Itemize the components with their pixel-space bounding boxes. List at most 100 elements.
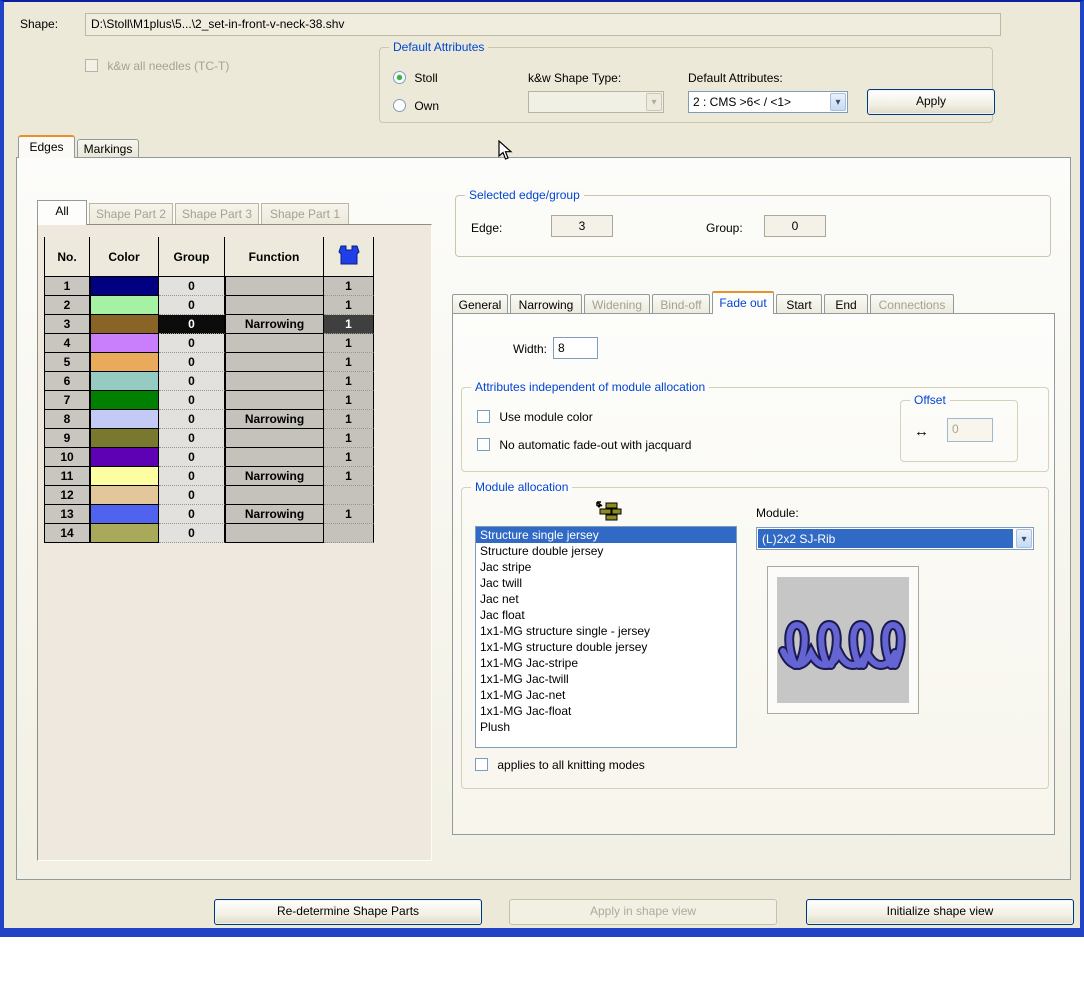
edge-flag-cell[interactable]: 1: [324, 296, 374, 315]
no-auto-fadeout-row[interactable]: No automatic fade-out with jacquard: [477, 438, 691, 452]
edge-flag-cell[interactable]: 1: [324, 448, 374, 467]
edge-group-cell[interactable]: 0: [159, 315, 225, 334]
edge-table-row-13[interactable]: 130Narrowing1: [44, 505, 374, 524]
radio-stoll-control[interactable]: [393, 71, 406, 84]
edge-color-cell[interactable]: [90, 505, 159, 524]
edge-color-cell[interactable]: [90, 467, 159, 486]
edge-table-row-1[interactable]: 101: [44, 277, 374, 296]
edge-flag-cell[interactable]: 1: [324, 315, 374, 334]
radio-own-control[interactable]: [393, 99, 406, 112]
edge-color-cell[interactable]: [90, 391, 159, 410]
edge-color-cell[interactable]: [90, 486, 159, 505]
edge-function-cell[interactable]: [225, 296, 324, 315]
tab-markings[interactable]: Markings: [77, 139, 139, 158]
module-dropdown[interactable]: (L)2x2 SJ-Rib ▾: [756, 527, 1034, 550]
knitting-mode-item[interactable]: Jac float: [476, 607, 736, 623]
edge-function-cell[interactable]: [225, 334, 324, 353]
edge-no-cell[interactable]: 2: [44, 296, 90, 315]
edge-color-cell[interactable]: [90, 372, 159, 391]
edge-table-row-2[interactable]: 2 0 1: [44, 296, 374, 315]
tab-edges[interactable]: Edges: [18, 135, 75, 158]
default-attributes-dropdown[interactable]: 2 : CMS >6< / <1> ▾: [688, 91, 848, 113]
radio-stoll[interactable]: Stoll: [393, 71, 438, 85]
edge-function-cell[interactable]: [225, 486, 324, 505]
edge-no-cell[interactable]: 9: [44, 429, 90, 448]
edge-function-cell[interactable]: Narrowing: [225, 467, 324, 486]
edge-color-cell[interactable]: [90, 410, 159, 429]
edge-color-cell[interactable]: [90, 296, 159, 315]
detail-tab-general[interactable]: General: [452, 294, 508, 313]
edge-function-cell[interactable]: [225, 524, 324, 543]
edge-function-cell[interactable]: [225, 372, 324, 391]
knitting-mode-item[interactable]: 1x1-MG structure double jersey: [476, 639, 736, 655]
knitting-mode-item[interactable]: 1x1-MG Jac-net: [476, 687, 736, 703]
edge-color-cell[interactable]: [90, 524, 159, 543]
applies-all-modes-row[interactable]: applies to all knitting modes: [475, 758, 645, 772]
edge-function-cell[interactable]: Narrowing: [225, 410, 324, 429]
chevron-down-icon[interactable]: ▾: [830, 93, 846, 111]
no-auto-fadeout-checkbox[interactable]: [477, 438, 490, 451]
edge-flag-cell[interactable]: 1: [324, 372, 374, 391]
detail-tab-end[interactable]: End: [824, 294, 868, 313]
edge-group-cell[interactable]: 0: [159, 429, 225, 448]
knitting-mode-item[interactable]: Structure double jersey: [476, 543, 736, 559]
edge-flag-cell[interactable]: 1: [324, 467, 374, 486]
edge-no-cell[interactable]: 6: [44, 372, 90, 391]
edge-table-row-11[interactable]: 11 0Narrowing1: [44, 467, 374, 486]
edge-table-row-3[interactable]: 30Narrowing1: [44, 315, 374, 334]
edge-group-cell[interactable]: 0: [159, 334, 225, 353]
edge-table-row-4[interactable]: 4 0 1: [44, 334, 374, 353]
edge-no-cell[interactable]: 14: [44, 524, 90, 543]
edge-function-cell[interactable]: [225, 391, 324, 410]
edge-function-cell[interactable]: [225, 448, 324, 467]
edge-flag-cell[interactable]: 1: [324, 334, 374, 353]
edge-no-cell[interactable]: 8: [44, 410, 90, 429]
edge-flag-cell[interactable]: 1: [324, 391, 374, 410]
edge-function-cell[interactable]: Narrowing: [225, 505, 324, 524]
detail-tab-start[interactable]: Start: [776, 294, 822, 313]
edge-color-cell[interactable]: [90, 353, 159, 372]
edge-no-cell[interactable]: 4: [44, 334, 90, 353]
edge-group-cell[interactable]: 0: [159, 486, 225, 505]
redetermine-shape-parts-button[interactable]: Re-determine Shape Parts: [214, 899, 482, 925]
edge-flag-cell[interactable]: [324, 486, 374, 505]
edge-group-cell[interactable]: 0: [159, 391, 225, 410]
knitting-mode-item[interactable]: 1x1-MG Jac-stripe: [476, 655, 736, 671]
edge-group-cell[interactable]: 0: [159, 353, 225, 372]
detail-tab-fade-out[interactable]: Fade out: [712, 291, 774, 314]
edge-color-cell[interactable]: [90, 277, 159, 296]
shape-path-field[interactable]: D:\Stoll\M1plus\5...\2_set-in-front-v-ne…: [85, 13, 1001, 36]
edge-flag-cell[interactable]: [324, 524, 374, 543]
edge-table-row-7[interactable]: 7 0 1: [44, 391, 374, 410]
knitting-mode-item[interactable]: Jac stripe: [476, 559, 736, 575]
edge-group-cell[interactable]: 0: [159, 524, 225, 543]
edge-flag-cell[interactable]: 1: [324, 277, 374, 296]
edge-flag-cell[interactable]: 1: [324, 429, 374, 448]
knitting-mode-item[interactable]: Jac twill: [476, 575, 736, 591]
detail-tab-narrowing[interactable]: Narrowing: [510, 294, 582, 313]
edge-color-cell[interactable]: [90, 334, 159, 353]
edge-no-cell[interactable]: 7: [44, 391, 90, 410]
edge-flag-cell[interactable]: 1: [324, 505, 374, 524]
knitting-mode-item[interactable]: 1x1-MG Jac-float: [476, 703, 736, 719]
edge-color-cell[interactable]: [90, 429, 159, 448]
module-bricks-icon[interactable]: [595, 500, 622, 525]
knitting-mode-item[interactable]: 1x1-MG structure single - jersey: [476, 623, 736, 639]
edge-table-row-5[interactable]: 501: [44, 353, 374, 372]
edge-function-cell[interactable]: [225, 353, 324, 372]
chevron-down-icon[interactable]: ▾: [1016, 529, 1032, 548]
edge-no-cell[interactable]: 5: [44, 353, 90, 372]
edge-table-row-9[interactable]: 9 0 1: [44, 429, 374, 448]
part-tab-all[interactable]: All: [37, 200, 87, 225]
edge-no-cell[interactable]: 10: [44, 448, 90, 467]
edge-function-cell[interactable]: [225, 429, 324, 448]
edge-function-cell[interactable]: [225, 277, 324, 296]
width-input[interactable]: 8: [553, 337, 598, 359]
use-module-color-row[interactable]: Use module color: [477, 410, 593, 424]
knitting-mode-item[interactable]: Jac net: [476, 591, 736, 607]
edge-no-cell[interactable]: 11: [44, 467, 90, 486]
edge-group-cell[interactable]: 0: [159, 372, 225, 391]
edge-group-cell[interactable]: 0: [159, 467, 225, 486]
edge-function-cell[interactable]: Narrowing: [225, 315, 324, 334]
edge-group-cell[interactable]: 0: [159, 296, 225, 315]
